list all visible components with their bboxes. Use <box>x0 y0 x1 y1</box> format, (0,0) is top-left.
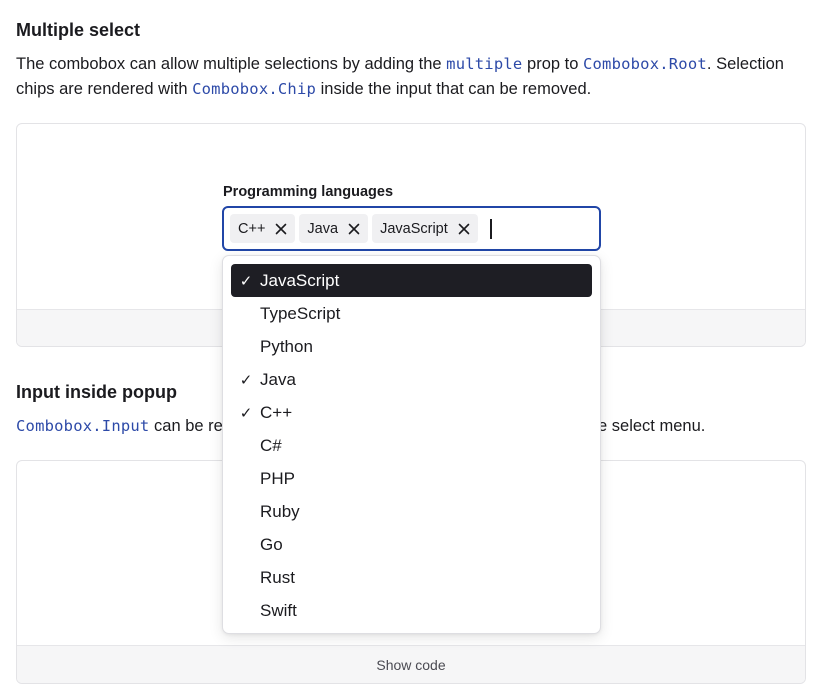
option-java[interactable]: ✓ Java <box>231 363 592 396</box>
option-javascript[interactable]: ✓ JavaScript <box>231 264 592 297</box>
option-label: PHP <box>260 468 295 488</box>
option-swift[interactable]: Swift <box>231 594 592 627</box>
option-ruby[interactable]: Ruby <box>231 495 592 528</box>
section-description-multiple-select: The combobox can allow multiple selectio… <box>16 52 806 102</box>
chip-label: Java <box>307 220 339 237</box>
option-label: Rust <box>260 567 295 587</box>
option-label: Python <box>260 336 313 356</box>
text-caret <box>489 218 492 239</box>
section-title-input-inside-popup: Input inside popup <box>16 382 177 402</box>
inline-code-combobox-input: Combobox.Input <box>16 417 150 435</box>
chip-list: C++ Java JavaScript <box>230 214 478 243</box>
desc-text: prop to <box>522 55 583 73</box>
option-typescript[interactable]: TypeScript <box>231 297 592 330</box>
selection-chip: Java <box>299 214 369 243</box>
option-label: Ruby <box>260 501 300 521</box>
option-label: C# <box>260 435 282 455</box>
option-label: Go <box>260 534 283 554</box>
x-icon[interactable] <box>273 221 289 237</box>
inline-code-combobox-chip: Combobox.Chip <box>192 80 317 98</box>
option-label: Swift <box>260 600 297 620</box>
section-title-multiple-select: Multiple select <box>16 20 141 40</box>
inline-code-combobox-root: Combobox.Root <box>582 55 707 73</box>
option-label: JavaScript <box>260 270 340 290</box>
option-label: TypeScript <box>260 303 341 323</box>
desc-text: can be re <box>149 417 223 435</box>
option-python[interactable]: Python <box>231 330 592 363</box>
chip-label: JavaScript <box>380 220 448 237</box>
check-icon: ✓ <box>239 371 253 389</box>
selection-chip: C++ <box>230 214 296 243</box>
show-code-button[interactable]: Show code <box>17 645 805 683</box>
option-csharp[interactable]: C# <box>231 429 592 462</box>
chip-label: C++ <box>238 220 266 237</box>
desc-text: The combobox can allow multiple selectio… <box>16 55 447 73</box>
option-label: C++ <box>260 402 293 422</box>
combobox-input[interactable]: C++ Java JavaScript <box>222 206 601 251</box>
selection-chip: JavaScript <box>372 214 478 243</box>
option-label: Java <box>260 369 296 389</box>
field-label: Programming languages <box>223 184 394 200</box>
combobox-popup: ✓ JavaScript TypeScript Python ✓ Java ✓ C++ C# PH… <box>222 255 601 634</box>
option-php[interactable]: PHP <box>231 462 592 495</box>
inline-code-multiple: multiple <box>446 55 523 73</box>
x-icon[interactable] <box>456 221 472 237</box>
check-icon: ✓ <box>239 404 253 422</box>
option-rust[interactable]: Rust <box>231 561 592 594</box>
option-go[interactable]: Go <box>231 528 592 561</box>
check-icon: ✓ <box>239 272 253 290</box>
desc-text: inside the input that can be removed. <box>316 80 592 98</box>
x-icon[interactable] <box>346 221 362 237</box>
option-cplusplus[interactable]: ✓ C++ <box>231 396 592 429</box>
